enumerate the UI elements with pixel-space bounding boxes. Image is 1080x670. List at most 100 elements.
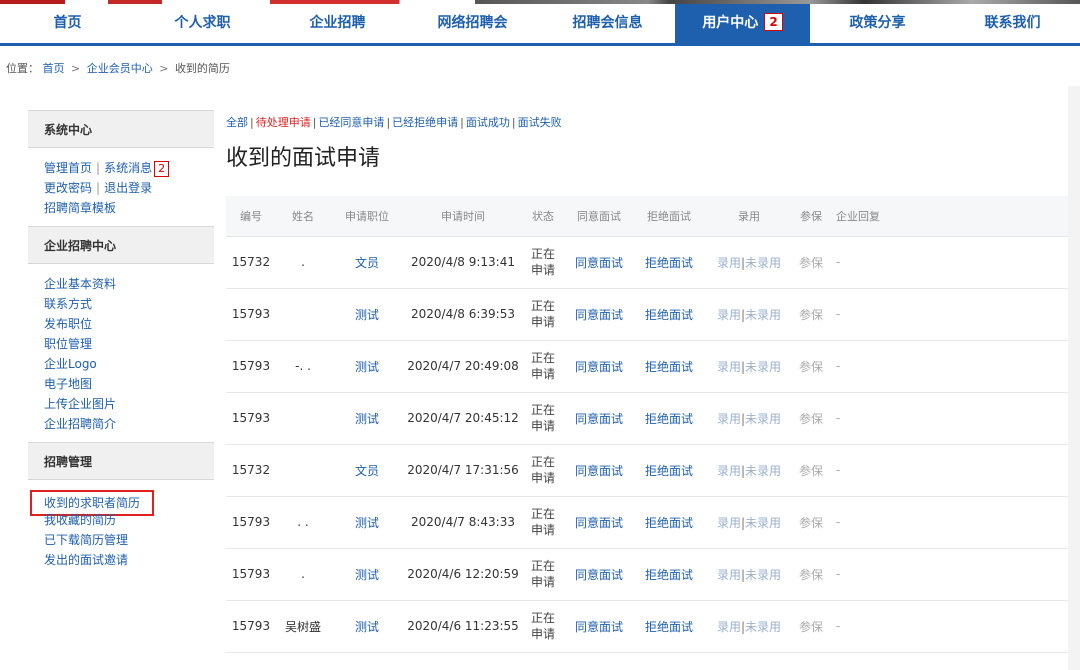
breadcrumb-home-link[interactable]: 首页 — [43, 62, 65, 75]
not-hire-link[interactable]: 未录用 — [745, 360, 781, 374]
sidebar-item-link[interactable]: 电子地图 — [44, 377, 92, 391]
sidebar-item-link[interactable]: 发出的面试邀请 — [44, 553, 128, 567]
hire-link[interactable]: 录用 — [717, 620, 741, 634]
sidebar-item-link[interactable]: 发布职位 — [44, 317, 92, 331]
sidebar-item-link[interactable]: 管理首页 — [44, 161, 92, 175]
status-text: 正在申请 — [530, 247, 555, 277]
agree-interview-link[interactable]: 同意面试 — [575, 568, 623, 582]
insure-link[interactable]: 参保 — [799, 568, 823, 582]
reject-interview-link[interactable]: 拒绝面试 — [645, 516, 693, 530]
reject-interview-link[interactable]: 拒绝面试 — [645, 464, 693, 478]
sidebar-item-link[interactable]: 企业基本资料 — [44, 277, 116, 291]
sidebar-link-separator: | — [96, 181, 101, 195]
nav-item-policy[interactable]: 政策分享 — [810, 4, 945, 43]
insure-link[interactable]: 参保 — [799, 464, 823, 478]
agree-interview-link[interactable]: 同意面试 — [575, 620, 623, 634]
insure-link[interactable]: 参保 — [799, 256, 823, 270]
breadcrumb-parent-link[interactable]: 企业会员中心 — [87, 62, 153, 75]
position-link[interactable]: 文员 — [355, 256, 379, 270]
not-hire-link[interactable]: 未录用 — [745, 620, 781, 634]
position-link[interactable]: 文员 — [355, 464, 379, 478]
not-hire-link[interactable]: 未录用 — [745, 256, 781, 270]
insure-link[interactable]: 参保 — [799, 412, 823, 426]
filter-link[interactable]: 已经同意申请 — [318, 116, 384, 129]
agree-interview-link[interactable]: 同意面试 — [575, 516, 623, 530]
not-hire-link[interactable]: 未录用 — [745, 568, 781, 582]
reject-interview-link[interactable]: 拒绝面试 — [645, 412, 693, 426]
cell-apply-time: 2020/4/7 8:43:33 — [411, 515, 515, 529]
reject-interview-link[interactable]: 拒绝面试 — [645, 360, 693, 374]
nav-item-fair-info[interactable]: 招聘会信息 — [540, 4, 675, 43]
sidebar-row: 上传企业图片 — [44, 394, 214, 414]
hire-link[interactable]: 录用 — [717, 308, 741, 322]
sidebar-item-link[interactable]: 职位管理 — [44, 337, 92, 351]
insure-link[interactable]: 参保 — [799, 516, 823, 530]
status-text: 正在申请 — [530, 507, 555, 537]
reject-interview-link[interactable]: 拒绝面试 — [645, 568, 693, 582]
reject-interview-link[interactable]: 拒绝面试 — [645, 620, 693, 634]
sidebar-row: 企业Logo — [44, 354, 214, 374]
hire-link[interactable]: 录用 — [717, 360, 741, 374]
hire-link[interactable]: 录用 — [717, 412, 741, 426]
not-hire-link[interactable]: 未录用 — [745, 412, 781, 426]
position-link[interactable]: 测试 — [355, 308, 379, 322]
column-header-position: 申请职位 — [330, 196, 404, 237]
agree-interview-link[interactable]: 同意面试 — [575, 360, 623, 374]
filter-link[interactable]: 全部 — [226, 116, 248, 129]
position-link[interactable]: 测试 — [355, 360, 379, 374]
reject-interview-link[interactable]: 拒绝面试 — [645, 256, 693, 270]
nav-item-contact[interactable]: 联系我们 — [945, 4, 1080, 43]
position-link[interactable]: 测试 — [355, 516, 379, 530]
nav-item-online-fair[interactable]: 网络招聘会 — [405, 4, 540, 43]
table-cell: 正在申请 — [522, 496, 564, 549]
agree-interview-link[interactable]: 同意面试 — [575, 308, 623, 322]
sidebar-item-link[interactable]: 联系方式 — [44, 297, 92, 311]
sidebar-item-link[interactable]: 企业招聘简介 — [44, 417, 116, 431]
sidebar-item-link[interactable]: 上传企业图片 — [44, 397, 116, 411]
insure-link[interactable]: 参保 — [799, 360, 823, 374]
position-link[interactable]: 测试 — [355, 568, 379, 582]
agree-interview-link[interactable]: 同意面试 — [575, 412, 623, 426]
status-text: 正在申请 — [530, 455, 555, 485]
table-cell: 拒绝面试 — [634, 496, 704, 549]
nav-item-job-seeking[interactable]: 个人求职 — [135, 4, 270, 43]
filter-link[interactable]: 待处理申请 — [256, 116, 311, 129]
not-hire-link[interactable]: 未录用 — [745, 464, 781, 478]
nav-item-recruitment[interactable]: 企业招聘 — [270, 4, 405, 43]
filter-link[interactable]: 已经拒绝申请 — [392, 116, 458, 129]
filter-link[interactable]: 面试失败 — [518, 116, 562, 129]
sidebar-item-link[interactable]: 企业Logo — [44, 357, 97, 371]
sidebar-item-link[interactable]: 更改密码 — [44, 181, 92, 195]
position-link[interactable]: 测试 — [355, 620, 379, 634]
sidebar-item-link[interactable]: 我收藏的简历 — [44, 513, 116, 527]
filter-link[interactable]: 面试成功 — [466, 116, 510, 129]
status-text: 正在申请 — [530, 611, 555, 641]
sidebar-item-link[interactable]: 退出登录 — [104, 181, 152, 195]
agree-interview-link[interactable]: 同意面试 — [575, 464, 623, 478]
nav-item-home[interactable]: 首页 — [0, 4, 135, 43]
sidebar-item-link[interactable]: 招聘简章模板 — [44, 201, 116, 215]
hire-link[interactable]: 录用 — [717, 568, 741, 582]
page-scrollbar[interactable] — [1068, 86, 1080, 670]
hire-link[interactable]: 录用 — [717, 516, 741, 530]
hire-link[interactable]: 录用 — [717, 256, 741, 270]
table-row: 15732 文员 2020/4/7 17:31:56 正在申请 同意面试 拒绝面试 录用|未… — [226, 444, 1068, 497]
cell-apply-time: 2020/4/6 11:23:55 — [407, 619, 519, 633]
nav-item-user-center[interactable]: 用户中心 2 — [675, 4, 810, 43]
not-hire-link[interactable]: 未录用 — [745, 516, 781, 530]
agree-interview-link[interactable]: 同意面试 — [575, 256, 623, 270]
table-cell: 正在申请 — [522, 548, 564, 601]
not-hire-link[interactable]: 未录用 — [745, 308, 781, 322]
cell-apply-time: 2020/4/8 9:13:41 — [411, 255, 515, 269]
position-link[interactable]: 测试 — [355, 412, 379, 426]
table-cell: 15732 — [226, 444, 276, 497]
insure-link[interactable]: 参保 — [799, 308, 823, 322]
hire-link[interactable]: 录用 — [717, 464, 741, 478]
sidebar-row: 收到的求职者简历 — [30, 490, 214, 516]
sidebar-item-link[interactable]: 已下载简历管理 — [44, 533, 128, 547]
sidebar-item-link[interactable]: 系统消息 — [104, 161, 152, 175]
reject-interview-link[interactable]: 拒绝面试 — [645, 308, 693, 322]
sidebar-item-link[interactable]: 收到的求职者简历 — [44, 496, 140, 510]
insure-link[interactable]: 参保 — [799, 620, 823, 634]
status-text: 正在申请 — [530, 299, 555, 329]
